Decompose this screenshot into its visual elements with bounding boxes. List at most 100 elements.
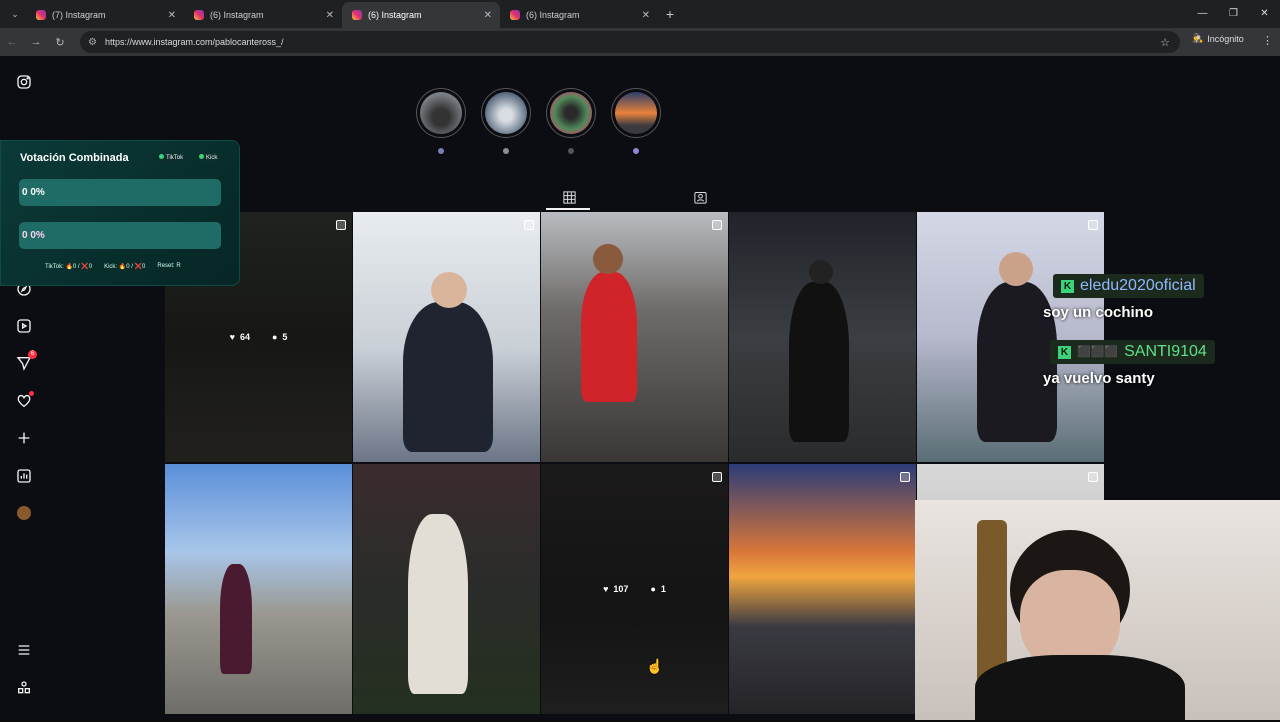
kick-badge: Kick [195, 153, 222, 163]
incognito-indicator[interactable]: 🕵 Incógnito [1192, 33, 1244, 44]
bookmark-star-icon[interactable]: ☆ [1160, 36, 1170, 49]
likes-count: 64 [239, 332, 250, 342]
stream-vote-overlay: Votación Combinada TikTok Kick 0 0% 0 0%… [0, 140, 240, 286]
tiktok-badge: TikTok [155, 153, 188, 163]
highlight-item[interactable] [481, 88, 531, 154]
instagram-favicon-icon [352, 10, 362, 20]
highlight-cover [611, 88, 661, 138]
highlight-item[interactable] [416, 88, 466, 154]
instagram-page: 6 ♥ 64 ● 5 ♥ 107 ● 1 Votación Combinada … [0, 56, 1280, 720]
streamer-webcam [915, 500, 1280, 720]
instagram-favicon-icon [194, 10, 204, 20]
post-thumbnail[interactable] [917, 212, 1104, 462]
browser-tab[interactable]: (6) Instagram ✕ [184, 2, 342, 28]
tab-label: (6) Instagram [210, 10, 264, 20]
active-tab-indicator [546, 208, 590, 210]
tiktok-badge-label: TikTok [166, 155, 184, 161]
vote-title: Votación Combinada [20, 152, 129, 164]
url-text: https://www.instagram.com/pablocanteross… [104, 37, 284, 47]
chat-username: K ⬛⬛⬛ SANTI9104 [1050, 340, 1215, 364]
vote-bar-2: 0 0% [19, 222, 221, 249]
likes-count: 107 [613, 584, 629, 594]
likes-heart-icon: ♥ [603, 584, 609, 594]
mouse-cursor-icon: ☝ [646, 658, 664, 674]
instagram-favicon-icon [510, 10, 520, 20]
url-field[interactable]: ⚙ https://www.instagram.com/pablocantero… [80, 31, 1180, 53]
tab-label: (7) Instagram [52, 10, 106, 20]
chat-username-text: eledu2020oficial [1080, 277, 1196, 294]
highlight-label-emoji [503, 148, 509, 154]
carousel-icon [900, 472, 910, 482]
post-thumbnail[interactable] [541, 212, 728, 462]
highlight-cover [416, 88, 466, 138]
tab-search-button[interactable]: ⌄ [4, 4, 26, 24]
chat-message: soy un cochino [1043, 304, 1154, 321]
comments-bubble-icon: ● [650, 584, 656, 594]
post-thumbnail[interactable] [729, 212, 916, 462]
reels-icon[interactable] [14, 316, 34, 336]
post-thumbnail[interactable] [729, 464, 916, 714]
back-arrow-icon[interactable]: ← [0, 36, 24, 48]
carousel-icon [1088, 220, 1098, 230]
close-tab-icon[interactable]: ✕ [484, 10, 492, 21]
forward-arrow-icon[interactable]: → [24, 36, 48, 48]
carousel-icon [712, 220, 722, 230]
profile-tabs [165, 186, 1103, 210]
more-menu-icon[interactable] [14, 640, 34, 660]
highlight-item[interactable] [546, 88, 596, 154]
vote-footer: TikTok: 🔥0 / ❌0 Kick: 🔥0 / ❌0 Reset: R [45, 263, 181, 270]
site-settings-icon[interactable]: ⚙ [88, 37, 97, 48]
create-plus-icon[interactable] [14, 428, 34, 448]
restore-icon[interactable]: ❐ [1218, 0, 1249, 28]
tab-tagged-icon[interactable] [691, 188, 709, 206]
new-tab-button[interactable]: + [658, 6, 682, 22]
messages-icon[interactable]: 6 [14, 350, 37, 373]
highlight-label-emoji [633, 148, 639, 154]
carousel-icon [524, 220, 534, 230]
browser-menu-icon[interactable]: ⋮ [1262, 34, 1273, 47]
highlight-label-emoji [438, 148, 444, 154]
notifications-heart-icon[interactable] [14, 391, 34, 411]
incognito-label: Incógnito [1207, 33, 1244, 44]
browser-tab-active[interactable]: (6) Instagram ✕ [342, 2, 500, 28]
vote-footer-tiktok: TikTok: 🔥0 / ❌0 [45, 264, 93, 270]
reload-icon[interactable]: ↻ [48, 36, 72, 49]
tab-label: (6) Instagram [368, 10, 422, 20]
likes-heart-icon: ♥ [229, 332, 235, 342]
profile-avatar-icon[interactable] [14, 503, 34, 523]
post-hover-stats: ♥ 107 ● 1 [541, 464, 728, 714]
dashboard-icon[interactable] [14, 466, 34, 486]
highlight-item[interactable] [611, 88, 661, 154]
comments-count: 5 [282, 332, 288, 342]
messages-badge: 6 [28, 350, 37, 359]
browser-tab[interactable]: (7) Instagram ✕ [26, 2, 184, 28]
post-thumbnail[interactable] [165, 464, 352, 714]
instagram-logo-icon[interactable] [14, 72, 34, 92]
browser-tab[interactable]: (6) Instagram ✕ [500, 2, 658, 28]
vote-footer-kick: Kick: 🔥0 / ❌0 [104, 264, 146, 270]
chat-username-text: SANTI9104 [1124, 343, 1207, 360]
comments-count: 1 [660, 584, 666, 594]
highlight-label-emoji [568, 148, 574, 154]
minimize-icon[interactable]: — [1187, 0, 1218, 28]
post-thumbnail[interactable] [353, 464, 540, 714]
tab-posts-grid-icon[interactable] [560, 188, 578, 206]
also-from-meta-icon[interactable] [14, 678, 34, 698]
highlight-cover [546, 88, 596, 138]
close-tab-icon[interactable]: ✕ [326, 10, 334, 21]
vote-bar-1: 0 0% [19, 179, 221, 206]
kick-badge-label: Kick [206, 155, 218, 161]
comments-bubble-icon: ● [271, 332, 278, 342]
post-thumbnail[interactable]: ♥ 107 ● 1 [541, 464, 728, 714]
chat-message: ya vuelvo santy [1043, 370, 1155, 387]
address-bar-row: ← → ↻ ⚙ https://www.instagram.com/pabloc… [0, 28, 1280, 56]
badge-icons: ⬛⬛⬛ [1077, 346, 1119, 358]
chat-username: K eledu2020oficial [1053, 274, 1204, 298]
story-highlights [416, 88, 661, 154]
close-tab-icon[interactable]: ✕ [642, 10, 650, 21]
tab-label: (6) Instagram [526, 10, 580, 20]
close-tab-icon[interactable]: ✕ [168, 10, 176, 21]
post-thumbnail[interactable] [353, 212, 540, 462]
close-window-icon[interactable]: ✕ [1249, 0, 1280, 28]
notifications-dot [29, 391, 34, 396]
